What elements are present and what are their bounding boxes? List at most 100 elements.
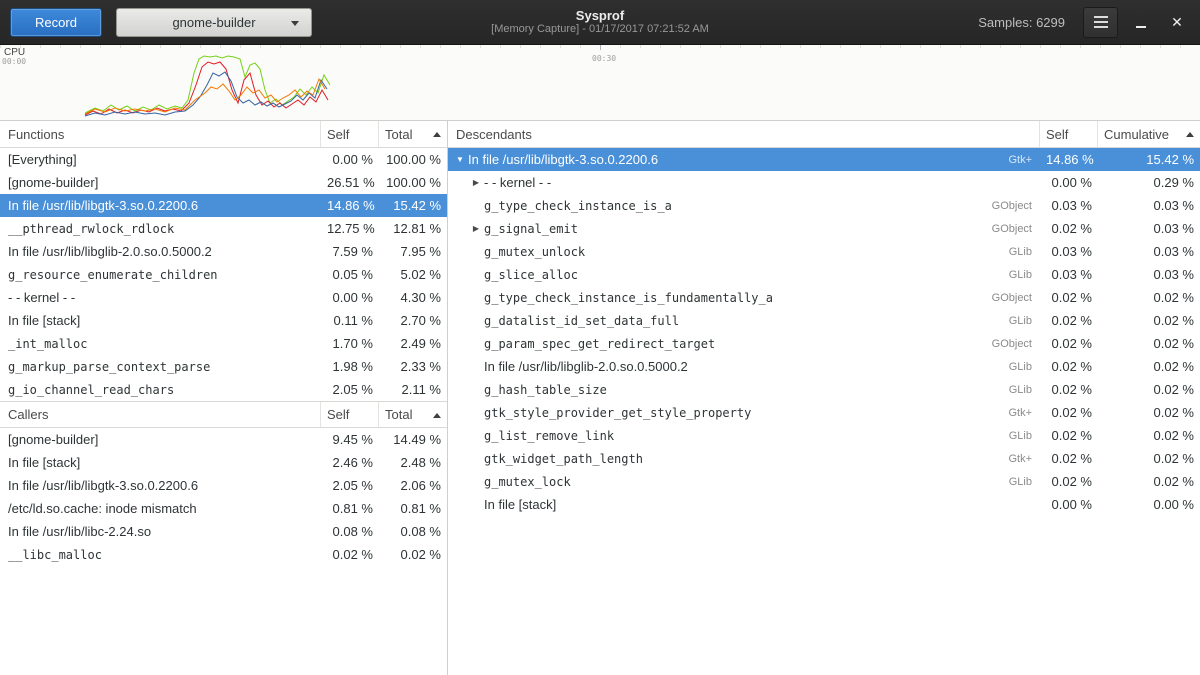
function-row[interactable]: _int_malloc1.70 %2.49 %	[0, 332, 447, 355]
total-percent: 0.81 %	[379, 501, 447, 516]
symbol-name: g_markup_parse_context_parse	[0, 360, 321, 374]
sort-indicator-icon	[433, 132, 441, 137]
caller-row[interactable]: /etc/ld.so.cache: inode mismatch0.81 %0.…	[0, 497, 447, 520]
descendant-row[interactable]: ▼In file /usr/lib/libgtk-3.so.0.2200.6Gt…	[448, 148, 1200, 171]
descendant-row[interactable]: g_list_remove_linkGLib0.02 %0.02 %	[448, 424, 1200, 447]
self-percent: 0.02 %	[1040, 313, 1098, 328]
caller-row[interactable]: __libc_malloc0.02 %0.02 %	[0, 543, 447, 566]
descendant-row[interactable]: g_mutex_lockGLib0.02 %0.02 %	[448, 470, 1200, 493]
descendant-name-area: g_mutex_lock	[448, 475, 970, 489]
function-row[interactable]: g_resource_enumerate_children0.05 %5.02 …	[0, 263, 447, 286]
descendant-row[interactable]: g_type_check_instance_is_fundamentally_a…	[448, 286, 1200, 309]
function-row[interactable]: [Everything]0.00 %100.00 %	[0, 148, 447, 171]
column-header-cumulative[interactable]: Cumulative	[1098, 121, 1200, 147]
symbol-name: g_list_remove_link	[484, 429, 614, 443]
column-header-total[interactable]: Total	[379, 402, 447, 427]
descendant-row[interactable]: g_hash_table_sizeGLib0.02 %0.02 %	[448, 378, 1200, 401]
library-category: GObject	[970, 223, 1040, 235]
cumulative-percent: 0.02 %	[1098, 428, 1200, 443]
menu-button[interactable]	[1083, 7, 1118, 38]
symbol-name: __pthread_rwlock_rdlock	[0, 222, 321, 236]
symbol-name: g_mutex_lock	[484, 475, 571, 489]
expander-closed-icon[interactable]: ▶	[468, 171, 484, 194]
function-row[interactable]: [gnome-builder]26.51 %100.00 %	[0, 171, 447, 194]
caller-row[interactable]: In file [stack]2.46 %2.48 %	[0, 451, 447, 474]
process-selector-dropdown[interactable]: gnome-builder	[116, 8, 312, 37]
symbol-name: In file /usr/lib/libglib-2.0.so.0.5000.2	[0, 244, 321, 259]
self-percent: 0.02 %	[1040, 428, 1098, 443]
self-percent: 0.00 %	[321, 152, 379, 167]
library-category: Gtk+	[970, 453, 1040, 465]
total-percent: 0.08 %	[379, 524, 447, 539]
function-row[interactable]: g_markup_parse_context_parse1.98 %2.33 %	[0, 355, 447, 378]
descendant-row[interactable]: In file /usr/lib/libglib-2.0.so.0.5000.2…	[448, 355, 1200, 378]
self-percent: 0.02 %	[1040, 290, 1098, 305]
descendant-name-area: g_type_check_instance_is_a	[448, 199, 970, 213]
self-percent: 0.02 %	[1040, 474, 1098, 489]
column-header-cumulative-label: Cumulative	[1104, 127, 1169, 142]
function-row[interactable]: In file /usr/lib/libglib-2.0.so.0.5000.2…	[0, 240, 447, 263]
functions-table-header: Functions Self Total	[0, 121, 447, 148]
function-row[interactable]: __pthread_rwlock_rdlock12.75 %12.81 %	[0, 217, 447, 240]
process-selector-label: gnome-builder	[172, 15, 255, 30]
function-row[interactable]: - - kernel - -0.00 %4.30 %	[0, 286, 447, 309]
symbol-name: In file /usr/lib/libgtk-3.so.0.2200.6	[468, 152, 658, 167]
close-button[interactable]: ✕	[1164, 7, 1190, 38]
descendant-row[interactable]: g_datalist_id_set_data_fullGLib0.02 %0.0…	[448, 309, 1200, 332]
cumulative-percent: 0.03 %	[1098, 221, 1200, 236]
self-percent: 9.45 %	[321, 432, 379, 447]
expander-closed-icon[interactable]: ▶	[468, 217, 484, 240]
total-percent: 2.48 %	[379, 455, 447, 470]
caller-row[interactable]: In file /usr/lib/libgtk-3.so.0.2200.62.0…	[0, 474, 447, 497]
descendant-row[interactable]: g_slice_allocGLib0.03 %0.03 %	[448, 263, 1200, 286]
close-icon: ✕	[1171, 14, 1183, 31]
function-row[interactable]: g_io_channel_read_chars2.05 %2.11 %	[0, 378, 447, 401]
library-category: GLib	[970, 476, 1040, 488]
descendant-row[interactable]: gtk_widget_path_lengthGtk+0.02 %0.02 %	[448, 447, 1200, 470]
cumulative-percent: 15.42 %	[1098, 152, 1200, 167]
cumulative-percent: 0.02 %	[1098, 474, 1200, 489]
self-percent: 0.02 %	[1040, 336, 1098, 351]
descendant-name-area: gtk_style_provider_get_style_property	[448, 406, 970, 420]
column-header-self[interactable]: Self	[321, 121, 379, 147]
total-percent: 5.02 %	[379, 267, 447, 282]
window-subtitle: [Memory Capture] - 01/17/2017 07:21:52 A…	[491, 23, 709, 36]
self-percent: 0.11 %	[321, 313, 379, 328]
descendant-row[interactable]: ▶- - kernel - -0.00 %0.29 %	[448, 171, 1200, 194]
function-row[interactable]: In file [stack]0.11 %2.70 %	[0, 309, 447, 332]
cumulative-percent: 0.02 %	[1098, 359, 1200, 374]
descendant-row[interactable]: In file [stack]0.00 %0.00 %	[448, 493, 1200, 516]
cpu-graph-area[interactable]: CPU 00:00 00:30	[0, 45, 1200, 121]
header-right-controls: Samples: 6299 ✕	[978, 7, 1190, 38]
column-header-callers[interactable]: Callers	[0, 402, 321, 427]
descendant-row[interactable]: gtk_style_provider_get_style_propertyGtk…	[448, 401, 1200, 424]
symbol-name: [gnome-builder]	[0, 432, 321, 447]
descendant-name-area: g_slice_alloc	[448, 268, 970, 282]
cumulative-percent: 0.02 %	[1098, 451, 1200, 466]
library-category: GLib	[970, 315, 1040, 327]
record-button[interactable]: Record	[10, 8, 102, 37]
descendant-row[interactable]: g_type_check_instance_is_aGObject0.03 %0…	[448, 194, 1200, 217]
self-percent: 0.02 %	[1040, 405, 1098, 420]
expander-open-icon[interactable]: ▼	[452, 148, 468, 171]
function-row[interactable]: In file /usr/lib/libgtk-3.so.0.2200.614.…	[0, 194, 447, 217]
column-header-self[interactable]: Self	[321, 402, 379, 427]
timeline-mid-label: 00:30	[592, 54, 616, 63]
caller-row[interactable]: In file /usr/lib/libc-2.24.so0.08 %0.08 …	[0, 520, 447, 543]
column-header-total[interactable]: Total	[379, 121, 447, 147]
descendant-row[interactable]: g_param_spec_get_redirect_targetGObject0…	[448, 332, 1200, 355]
self-percent: 0.03 %	[1040, 244, 1098, 259]
self-percent: 0.02 %	[1040, 359, 1098, 374]
cumulative-percent: 0.02 %	[1098, 290, 1200, 305]
descendant-name-area: g_type_check_instance_is_fundamentally_a	[448, 291, 970, 305]
self-percent: 0.81 %	[321, 501, 379, 516]
column-header-descendants[interactable]: Descendants	[448, 121, 1040, 147]
descendant-row[interactable]: g_mutex_unlockGLib0.03 %0.03 %	[448, 240, 1200, 263]
minimize-button[interactable]	[1128, 7, 1154, 38]
column-header-self[interactable]: Self	[1040, 121, 1098, 147]
descendant-name-area: gtk_widget_path_length	[448, 452, 970, 466]
caller-row[interactable]: [gnome-builder]9.45 %14.49 %	[0, 428, 447, 451]
descendants-table-body: ▼In file /usr/lib/libgtk-3.so.0.2200.6 Gt…	[448, 148, 1200, 516]
column-header-functions[interactable]: Functions	[0, 121, 321, 147]
descendant-row[interactable]: ▶g_signal_emitGObject0.02 %0.03 %	[448, 217, 1200, 240]
